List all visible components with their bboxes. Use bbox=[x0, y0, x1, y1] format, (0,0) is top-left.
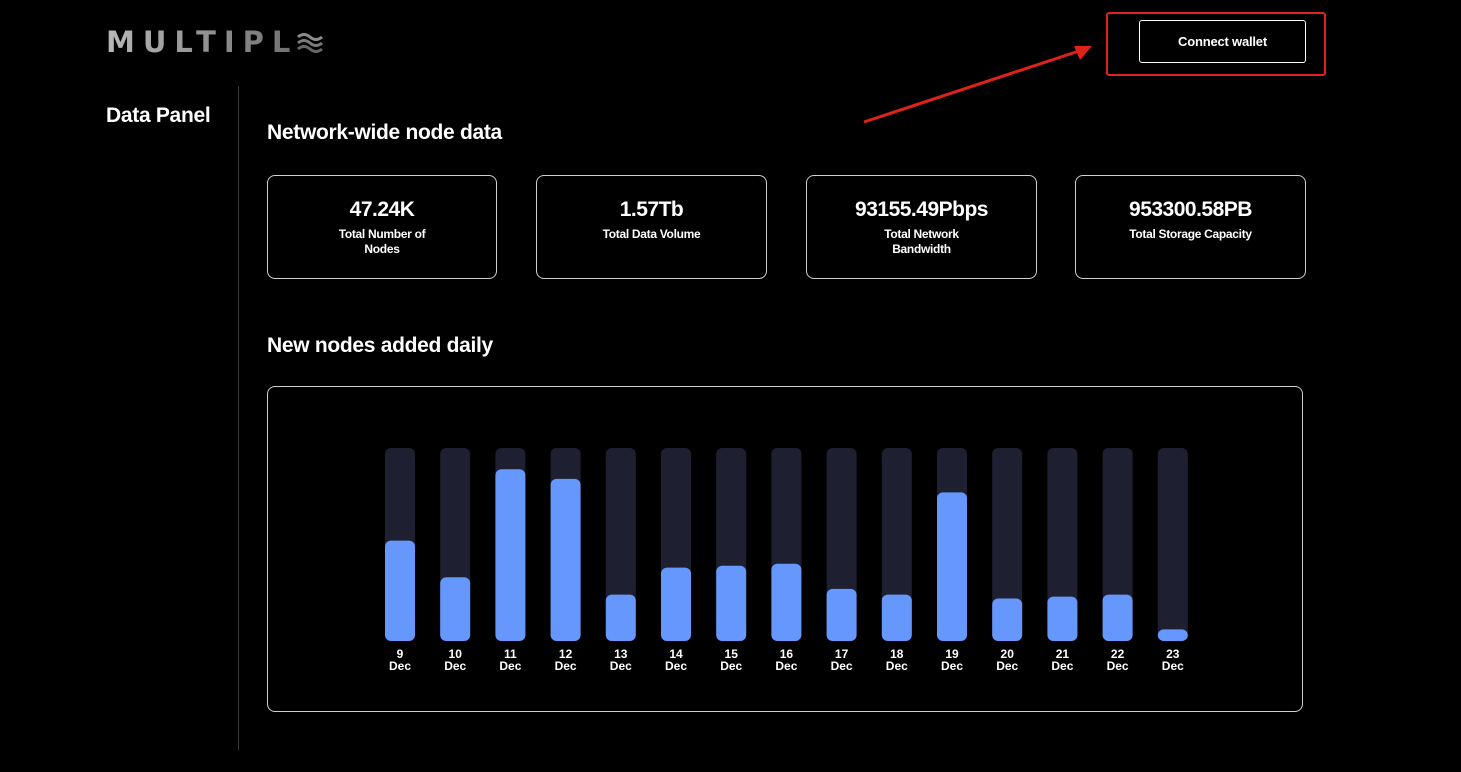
x-tick-label: 23 Dec bbox=[1162, 647, 1184, 673]
x-tick-label: 13 Dec bbox=[610, 647, 632, 673]
x-tick-label: 18 Dec bbox=[886, 647, 908, 673]
data-panel-page: MULTIPL Connect wallet Data Panel Networ… bbox=[0, 0, 1461, 772]
network-section-title: Network-wide node data bbox=[267, 121, 502, 144]
x-tick-label: 16 Dec bbox=[775, 647, 797, 673]
stat-value: 47.24K bbox=[349, 198, 415, 221]
bar-10-dec[interactable] bbox=[440, 577, 471, 641]
stat-label: Total Data Volume bbox=[602, 227, 701, 241]
bar-chart-svg: 9 Dec 10 Dec 11 Dec 12 Dec 13 Dec 14 Dec 15 Dec 16 Dec 1… bbox=[385, 448, 1188, 673]
stat-label: Total Network Bandwidth bbox=[884, 227, 959, 256]
stat-label: Total Number of Nodes bbox=[338, 227, 426, 256]
chart-section-title: New nodes added daily bbox=[267, 334, 493, 357]
stat-card-nodes: 47.24K Total Number of Nodes bbox=[267, 175, 497, 279]
stat-card-data-volume: 1.57Tb Total Data Volume bbox=[536, 175, 767, 279]
x-tick-label: 22 Dec bbox=[1107, 647, 1129, 673]
stat-card-bandwidth: 93155.49Pbps Total Network Bandwidth bbox=[806, 175, 1037, 279]
connect-wallet-button[interactable]: Connect wallet bbox=[1139, 20, 1306, 63]
bar-17-dec[interactable] bbox=[826, 588, 857, 641]
bar-12-dec[interactable] bbox=[550, 478, 581, 641]
bar-track bbox=[1157, 448, 1188, 641]
multiple-logo[interactable]: MULTIPL bbox=[106, 28, 324, 57]
bar-22-dec[interactable] bbox=[1102, 594, 1133, 641]
x-tick-label: 14 Dec bbox=[665, 647, 687, 673]
bar-21-dec[interactable] bbox=[1047, 596, 1078, 641]
stat-value: 93155.49Pbps bbox=[855, 198, 988, 221]
bar-23-dec[interactable] bbox=[1157, 629, 1188, 641]
logo-waves-icon bbox=[297, 32, 324, 53]
bar-16-dec[interactable] bbox=[771, 563, 802, 641]
x-tick-label: 10 Dec bbox=[444, 647, 466, 673]
bar-20-dec[interactable] bbox=[992, 598, 1023, 641]
stat-label: Total Storage Capacity bbox=[1129, 227, 1252, 241]
logo-text: MULTIPL bbox=[106, 25, 299, 59]
bar-14-dec[interactable] bbox=[661, 567, 691, 641]
stat-value: 1.57Tb bbox=[619, 198, 684, 221]
bar-15-dec[interactable] bbox=[716, 565, 747, 641]
stat-card-storage: 953300.58PB Total Storage Capacity bbox=[1075, 175, 1306, 279]
bar-9-dec[interactable] bbox=[385, 540, 415, 641]
x-tick-label: 17 Dec bbox=[831, 647, 853, 673]
sidebar-title: Data Panel bbox=[106, 104, 211, 127]
bar-18-dec[interactable] bbox=[881, 594, 912, 641]
bar-19-dec[interactable] bbox=[937, 492, 967, 641]
stat-value: 953300.58PB bbox=[1129, 198, 1252, 221]
x-tick-label: 12 Dec bbox=[555, 647, 577, 673]
x-tick-label: 19 Dec bbox=[941, 647, 963, 673]
daily-nodes-chart: 9 Dec 10 Dec 11 Dec 12 Dec 13 Dec 14 Dec 15 Dec 16 Dec 1… bbox=[267, 386, 1303, 712]
x-tick-label: 11 Dec bbox=[499, 647, 521, 673]
x-tick-label: 21 Dec bbox=[1051, 647, 1073, 673]
bar-13-dec[interactable] bbox=[605, 594, 636, 641]
x-tick-label: 9 Dec bbox=[389, 647, 411, 673]
x-tick-label: 20 Dec bbox=[996, 647, 1018, 673]
x-tick-label: 15 Dec bbox=[720, 647, 742, 673]
bar-11-dec[interactable] bbox=[495, 469, 526, 641]
annotation-arrow bbox=[863, 46, 1092, 124]
sidebar-divider bbox=[238, 86, 239, 750]
